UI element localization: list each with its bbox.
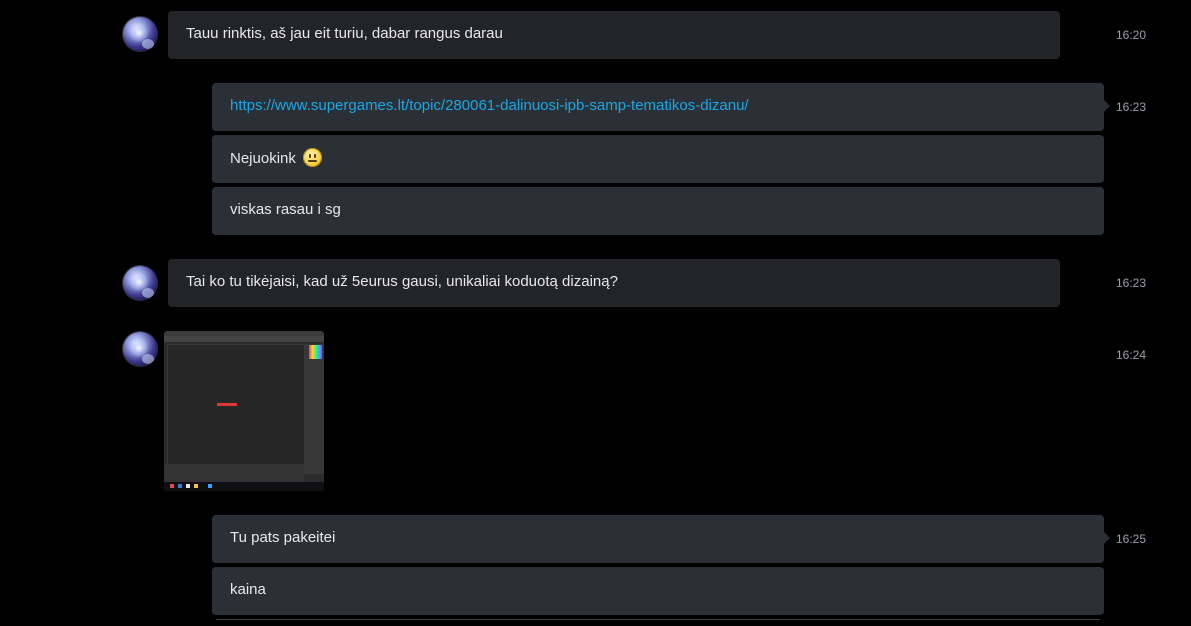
message-timestamp: 16:23 — [1116, 276, 1147, 290]
thumb-taskbar-icon — [194, 484, 198, 488]
thumb-color-swatch — [309, 345, 322, 359]
thumb-side-panel — [304, 344, 324, 474]
avatar[interactable] — [122, 16, 158, 52]
message-timestamp: 16:23 — [1116, 100, 1147, 114]
message-bubble[interactable]: Tai ko tu tikėjaisi, kad už 5eurus gausi… — [168, 259, 1060, 307]
chat-window: Tauu rinktis, aš jau eit turiu, dabar ra… — [0, 0, 1191, 626]
message-bubble[interactable]: Tauu rinktis, aš jau eit turiu, dabar ra… — [168, 11, 1060, 59]
thumb-taskbar-icon — [178, 484, 182, 488]
thumb-taskbar-icon — [208, 484, 212, 488]
message-timestamp: 16:24 — [1116, 348, 1147, 362]
message-text: kaina — [230, 581, 266, 598]
message-text: viskas rasau i sg — [230, 201, 341, 218]
message-bubble[interactable]: Nejuokink — [212, 135, 1104, 183]
message-text: Nejuokink — [230, 150, 296, 167]
message-text: Tai ko tu tikėjaisi, kad už 5eurus gausi… — [186, 273, 618, 290]
message-timestamp: 16:20 — [1116, 28, 1147, 42]
thumb-layers-panel — [164, 464, 304, 482]
avatar[interactable] — [122, 265, 158, 301]
message-bubble[interactable]: viskas rasau i sg — [212, 187, 1104, 235]
screenshot-image[interactable] — [164, 331, 324, 491]
message-text: Tu pats pakeitei — [230, 529, 336, 546]
thumb-taskbar-icon — [170, 484, 174, 488]
message-bubble[interactable]: Tu pats pakeitei — [212, 515, 1110, 563]
thumb-optionsbar — [164, 336, 324, 342]
divider — [216, 619, 1100, 620]
message-timestamp: 16:25 — [1116, 532, 1147, 546]
avatar[interactable] — [122, 331, 158, 367]
thumb-red-element — [217, 403, 237, 406]
message-bubble[interactable]: https://www.supergames.lt/topic/280061-d… — [212, 83, 1110, 131]
message-bubble[interactable]: kaina — [212, 567, 1104, 615]
thumb-taskbar-icon — [186, 484, 190, 488]
message-text: Tauu rinktis, aš jau eit turiu, dabar ra… — [186, 25, 503, 42]
smile-emoji-icon — [303, 148, 323, 167]
message-link[interactable]: https://www.supergames.lt/topic/280061-d… — [230, 97, 749, 114]
